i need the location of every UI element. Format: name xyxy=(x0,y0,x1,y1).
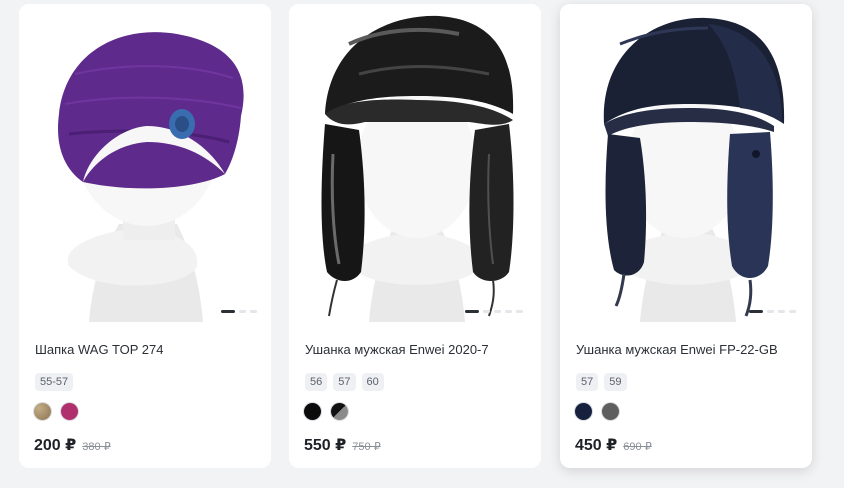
size-list: 57 59 xyxy=(576,373,627,391)
purple-beanie-icon xyxy=(19,4,271,322)
color-swatch-black-grey[interactable] xyxy=(331,403,348,420)
slide-dot[interactable] xyxy=(494,310,501,313)
navy-ushanka-icon xyxy=(560,4,812,322)
price-block: 450 ₽ 690 ₽ xyxy=(575,435,652,455)
slide-dot[interactable] xyxy=(778,310,785,313)
slide-dot[interactable] xyxy=(767,310,774,313)
size-badge[interactable]: 57 xyxy=(333,373,356,391)
product-image[interactable] xyxy=(19,4,271,322)
slide-indicator[interactable] xyxy=(221,310,257,313)
slide-dot[interactable] xyxy=(483,310,490,313)
product-card[interactable]: Ушанка мужская Enwei FP-22-GB 57 59 450 … xyxy=(560,4,812,468)
product-image[interactable] xyxy=(560,4,812,322)
size-badge[interactable]: 56 xyxy=(305,373,328,391)
slide-dot[interactable] xyxy=(221,310,235,313)
slide-dot[interactable] xyxy=(516,310,523,313)
product-image[interactable] xyxy=(289,4,541,322)
old-price: 690 ₽ xyxy=(623,441,652,453)
product-title[interactable]: Ушанка мужская Enwei FP-22-GB xyxy=(576,342,800,357)
slide-dot[interactable] xyxy=(465,310,479,313)
product-title[interactable]: Ушанка мужская Enwei 2020-7 xyxy=(305,342,529,357)
color-swatches xyxy=(575,403,619,420)
price-block: 550 ₽ 750 ₽ xyxy=(304,435,381,455)
current-price: 200 ₽ xyxy=(34,437,77,454)
slide-dot[interactable] xyxy=(749,310,763,313)
size-list: 56 57 60 xyxy=(305,373,384,391)
black-fur-ushanka-icon xyxy=(289,4,541,322)
current-price: 550 ₽ xyxy=(304,437,347,454)
color-swatch-beige[interactable] xyxy=(34,403,51,420)
size-badge[interactable]: 59 xyxy=(604,373,627,391)
size-badge[interactable]: 55-57 xyxy=(35,373,74,391)
color-swatches xyxy=(34,403,78,420)
price-block: 200 ₽ 380 ₽ xyxy=(34,435,111,455)
slide-indicator[interactable] xyxy=(749,310,796,313)
size-badge[interactable]: 57 xyxy=(576,373,599,391)
old-price: 750 ₽ xyxy=(352,441,381,453)
size-list: 55-57 xyxy=(35,373,74,391)
current-price: 450 ₽ xyxy=(575,437,618,454)
color-swatch-black[interactable] xyxy=(304,403,321,420)
slide-dot[interactable] xyxy=(250,310,257,313)
size-badge[interactable]: 60 xyxy=(361,373,384,391)
slide-dot[interactable] xyxy=(239,310,246,313)
slide-dot[interactable] xyxy=(789,310,796,313)
slide-dot[interactable] xyxy=(505,310,512,313)
color-swatch-magenta[interactable] xyxy=(61,403,78,420)
slide-indicator[interactable] xyxy=(465,310,523,313)
product-card[interactable]: Ушанка мужская Enwei 2020-7 56 57 60 550… xyxy=(289,4,541,468)
color-swatches xyxy=(304,403,348,420)
old-price: 380 ₽ xyxy=(82,441,111,453)
product-card[interactable]: Шапка WAG TOP 274 55-57 200 ₽ 380 ₽ xyxy=(19,4,271,468)
product-title[interactable]: Шапка WAG TOP 274 xyxy=(35,342,259,357)
color-swatch-grey[interactable] xyxy=(602,403,619,420)
color-swatch-navy[interactable] xyxy=(575,403,592,420)
